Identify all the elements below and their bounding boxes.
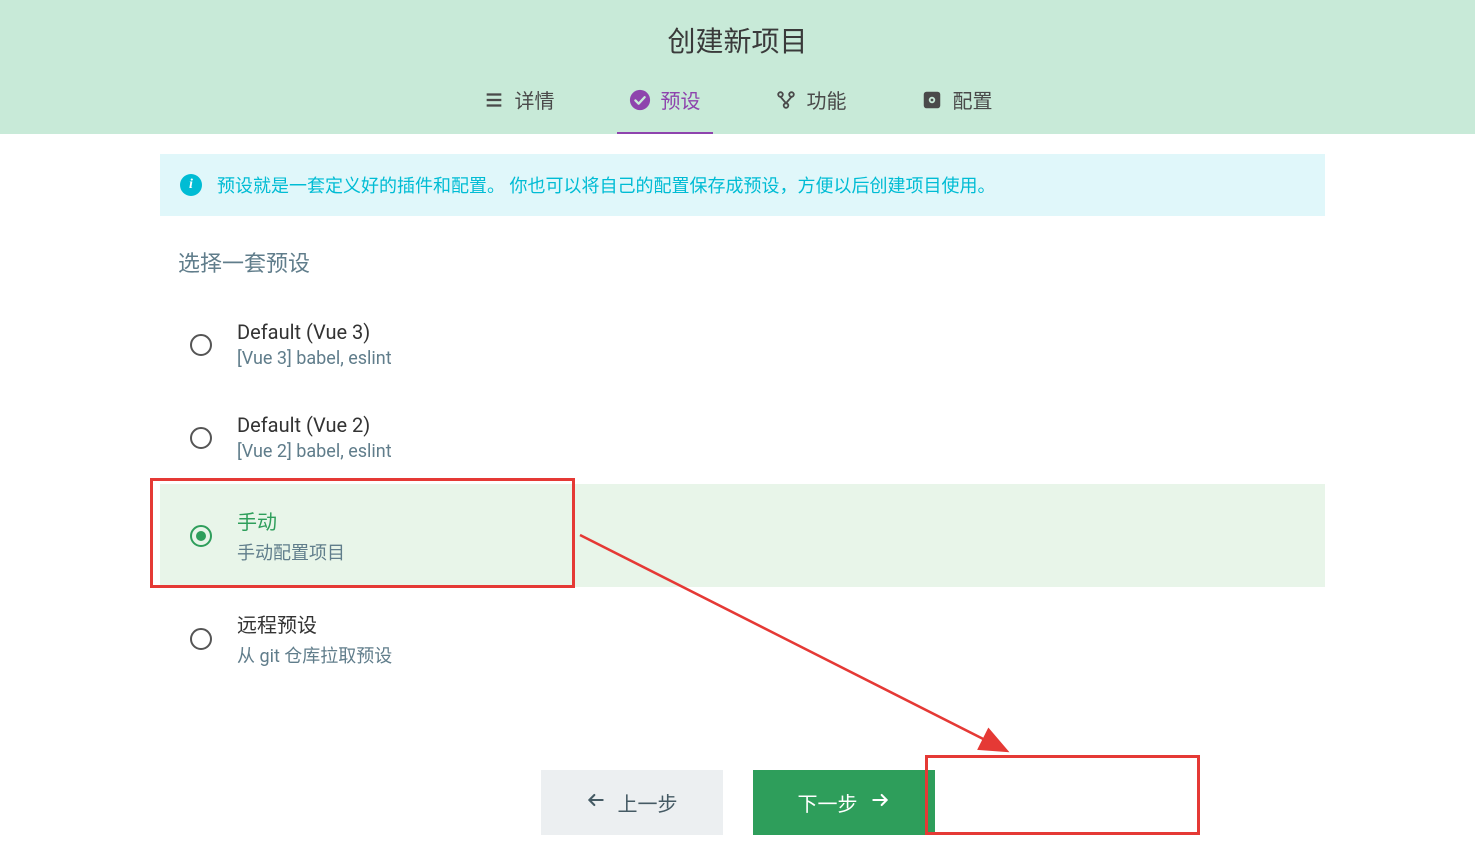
preset-title: Default (Vue 2) xyxy=(237,413,392,437)
arrow-left-icon xyxy=(586,790,606,816)
preset-desc: 手动配置项目 xyxy=(237,539,345,565)
preset-desc: [Vue 2] babel, eslint xyxy=(237,441,392,462)
footer-buttons: 上一步 下一步 xyxy=(0,770,1475,835)
info-icon: i xyxy=(180,174,202,196)
radio-icon xyxy=(190,628,212,650)
preset-title: 远程预设 xyxy=(237,609,392,638)
preset-desc: 从 git 仓库拉取预设 xyxy=(237,642,392,668)
next-button[interactable]: 下一步 xyxy=(753,770,935,835)
tab-config[interactable]: 配置 xyxy=(909,80,1005,119)
tabs: 详情 预设 功能 配置 xyxy=(0,80,1475,134)
preset-item-remote[interactable]: 远程预设 从 git 仓库拉取预设 xyxy=(160,587,1325,690)
prev-label: 上一步 xyxy=(618,788,678,817)
info-banner: i 预设就是一套定义好的插件和配置。 你也可以将自己的配置保存成预设，方便以后创… xyxy=(160,154,1325,216)
preset-item-default-vue3[interactable]: Default (Vue 3) [Vue 3] babel, eslint xyxy=(160,298,1325,391)
radio-icon xyxy=(190,334,212,356)
section-title: 选择一套预设 xyxy=(178,246,1325,278)
merge-icon xyxy=(775,89,797,111)
tab-label: 功能 xyxy=(807,85,847,114)
gear-icon xyxy=(921,89,943,111)
radio-icon xyxy=(190,427,212,449)
preset-title: 手动 xyxy=(237,506,345,535)
next-label: 下一步 xyxy=(798,788,858,817)
list-icon xyxy=(483,89,505,111)
tab-details[interactable]: 详情 xyxy=(471,80,567,119)
preset-desc: [Vue 3] babel, eslint xyxy=(237,348,392,369)
preset-item-default-vue2[interactable]: Default (Vue 2) [Vue 2] babel, eslint xyxy=(160,391,1325,484)
preset-list: Default (Vue 3) [Vue 3] babel, eslint De… xyxy=(160,298,1325,690)
info-text: 预设就是一套定义好的插件和配置。 你也可以将自己的配置保存成预设，方便以后创建项… xyxy=(217,172,995,198)
prev-button[interactable]: 上一步 xyxy=(541,770,723,835)
tab-label: 配置 xyxy=(953,85,993,114)
tab-label: 详情 xyxy=(515,85,555,114)
tab-label: 预设 xyxy=(661,85,701,114)
tab-features[interactable]: 功能 xyxy=(763,80,859,119)
radio-icon xyxy=(190,525,212,547)
content: i 预设就是一套定义好的插件和配置。 你也可以将自己的配置保存成预设，方便以后创… xyxy=(0,134,1475,690)
preset-title: Default (Vue 3) xyxy=(237,320,392,344)
check-circle-icon xyxy=(629,89,651,111)
tab-presets[interactable]: 预设 xyxy=(617,80,713,119)
page-title: 创建新项目 xyxy=(0,20,1475,80)
arrow-right-icon xyxy=(870,790,890,816)
preset-item-manual[interactable]: 手动 手动配置项目 xyxy=(160,484,1325,587)
header: 创建新项目 详情 预设 功能 配置 xyxy=(0,0,1475,134)
